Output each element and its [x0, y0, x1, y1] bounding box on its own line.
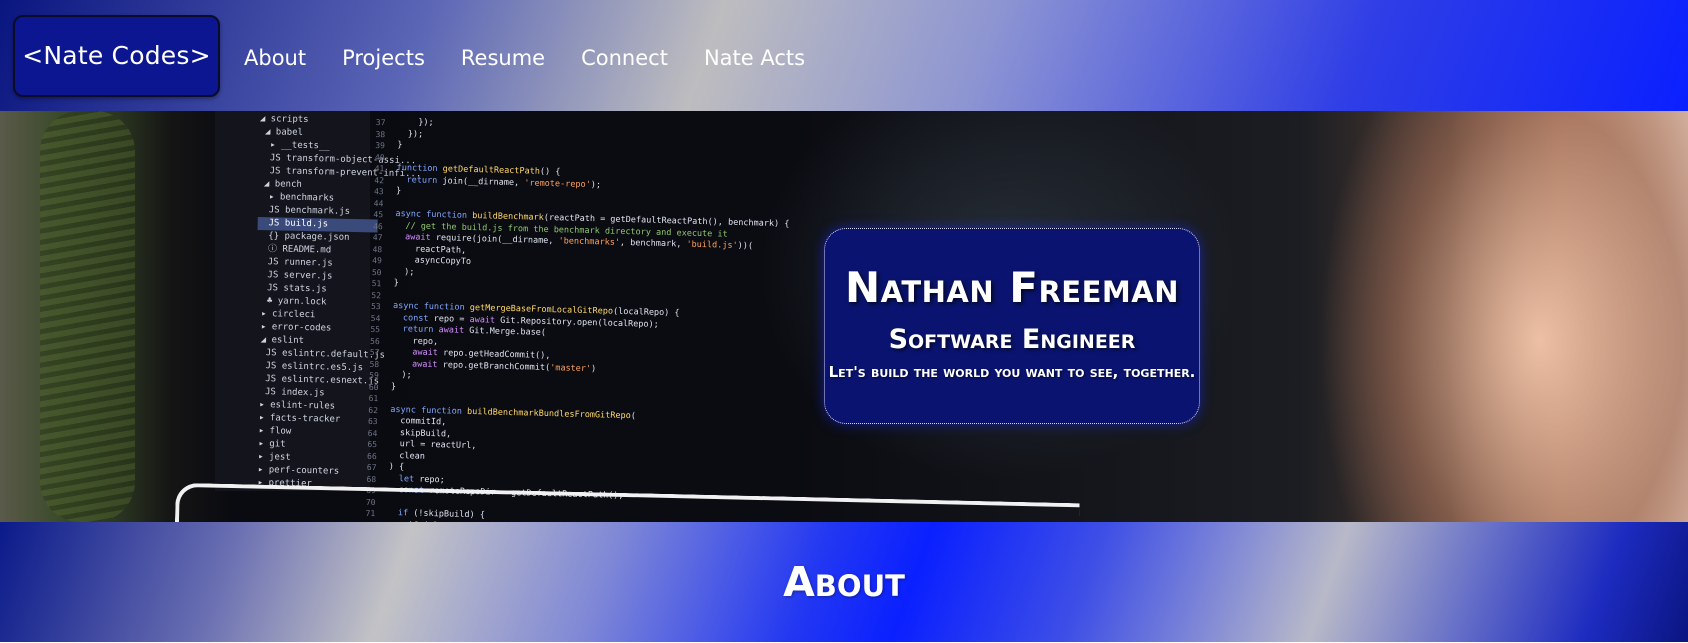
nav-link-about[interactable]: About	[244, 46, 306, 70]
hero-name: Nathan Freeman	[845, 263, 1179, 312]
nav-link-nate-acts[interactable]: Nate Acts	[704, 46, 805, 70]
hero-tagline: Let's build the world you want to see, t…	[828, 363, 1196, 381]
site-header: <Nate Codes> About Projects Resume Conne…	[0, 0, 1688, 111]
about-section-header: About	[0, 522, 1688, 642]
monitor-code-editor: }); }); } function getDefaultReactPath()…	[387, 117, 790, 522]
about-heading: About	[783, 558, 905, 606]
portfolio-page: <Nate Codes> About Projects Resume Conne…	[0, 0, 1688, 643]
monitor-file-tree: ◢ scripts ◢ babel ▸ __tests__ JS transfo…	[252, 113, 422, 490]
brand-logo-button[interactable]: <Nate Codes>	[13, 14, 220, 97]
nav-link-projects[interactable]: Projects	[342, 46, 425, 70]
intro-card: Nathan Freeman Software Engineer Let's b…	[824, 228, 1200, 424]
nav-link-connect[interactable]: Connect	[581, 46, 668, 70]
nav-link-resume[interactable]: Resume	[461, 46, 545, 70]
plant-leaves-decoration	[40, 111, 135, 522]
hero-role: Software Engineer	[888, 324, 1136, 355]
hero-banner: ◢ scripts ◢ babel ▸ __tests__ JS transfo…	[0, 111, 1688, 522]
main-nav: About Projects Resume Connect Nate Acts	[244, 46, 841, 70]
